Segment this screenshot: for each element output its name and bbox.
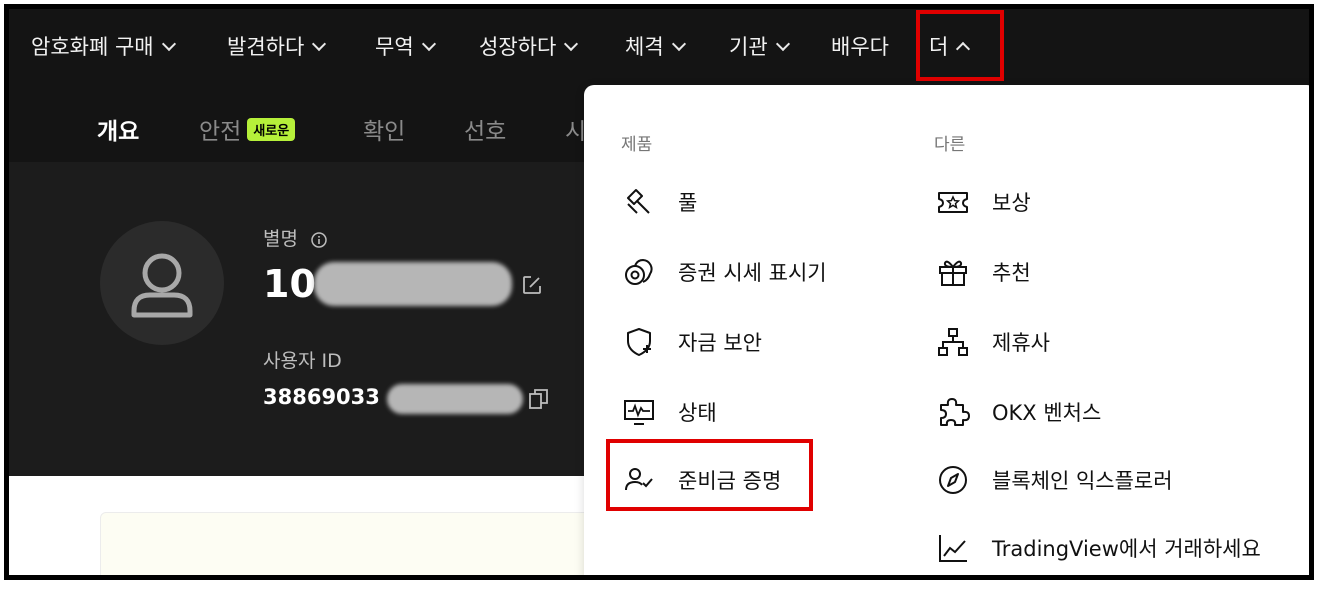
copy-icon[interactable] [527,387,551,411]
network-icon [938,328,968,356]
nav-item-label: 암호화폐 구매 [31,35,154,59]
pickaxe-icon [627,189,650,214]
nav-item-label: 발견하다 [227,35,305,59]
nav-item-label: 무역 [375,35,414,59]
nav-item-label: 기관 [729,35,768,59]
top-nav: 암호화폐 구매 발견하다 무역 성장하다 체격 기관 배우다 더 [9,9,1309,84]
highlight-proof-of-reserves-box [606,439,813,511]
chevron-down-icon [775,36,790,51]
menu-item-label: 제휴사 [992,331,1050,355]
nav-institutional[interactable]: 기관 [729,31,790,61]
nav-build[interactable]: 체격 [625,31,686,61]
compass-icon [939,466,967,494]
monitor-pulse-icon [624,400,654,425]
user-id-label: 사용자 ID [263,350,342,372]
coins-icon [625,258,653,285]
nav-item-label: 성장하다 [479,35,557,59]
tab-label: 개요 [97,119,140,145]
user-id-value: 38869033 [263,385,380,409]
products-section-title: 제품 [621,135,653,155]
redaction-blur [314,262,512,306]
menu-item-referral[interactable]: 추천 [936,255,1031,289]
tab-preferences[interactable]: 선호 [464,112,506,146]
edit-icon[interactable] [521,274,543,296]
avatar[interactable] [100,221,224,345]
line-chart-icon [939,535,967,562]
ticket-star-icon [938,192,968,213]
menu-item-label: 풀 [678,191,698,215]
menu-item-label: 증권 시세 표시기 [678,261,827,285]
menu-item-affiliates[interactable]: 제휴사 [936,325,1050,359]
nav-learn[interactable]: 배우다 [831,31,889,61]
tab-label: 안전 [199,119,242,145]
nickname-value: 10 [263,262,316,306]
new-badge: 새로운 [247,118,296,141]
nav-discover[interactable]: 발견하다 [227,31,327,61]
content-card [100,512,602,575]
shield-plus-icon [627,328,651,356]
highlight-more-box [916,10,1004,81]
chevron-down-icon [161,36,176,51]
menu-item-pool[interactable]: 풀 [622,185,697,219]
other-section-title: 다른 [934,135,966,155]
tab-overview[interactable]: 개요 [97,112,139,146]
nickname-label-row: 별명 [263,224,328,251]
menu-item-label: 보상 [992,191,1031,215]
tab-security[interactable]: 안전 새로운 [199,112,296,146]
nav-buy-crypto[interactable]: 암호화폐 구매 [31,31,176,61]
menu-item-rewards[interactable]: 보상 [936,185,1031,219]
chevron-down-icon [564,36,579,51]
info-icon[interactable] [310,231,328,249]
menu-item-ticker[interactable]: 증권 시세 표시기 [622,255,827,289]
nav-item-label: 체격 [625,35,664,59]
tab-label: 선호 [464,119,507,145]
menu-item-okx-ventures[interactable]: OKX 벤처스 [936,395,1101,429]
menu-item-blockchain-explorer[interactable]: 블록체인 익스플로러 [936,463,1173,497]
chevron-down-icon [312,36,327,51]
menu-item-label: OKX 벤처스 [992,401,1102,425]
tab-more-partial[interactable]: 시 [565,112,586,146]
menu-item-label: 상태 [678,401,717,425]
menu-item-status[interactable]: 상태 [622,395,717,429]
menu-item-label: 블록체인 익스플로러 [992,469,1173,493]
nav-grow[interactable]: 성장하다 [479,31,579,61]
chevron-down-icon [671,36,686,51]
puzzle-icon [940,398,970,426]
nickname-label: 별명 [263,228,298,250]
menu-item-fund-security[interactable]: 자금 보안 [622,325,762,359]
redaction-blur [387,384,523,414]
chevron-down-icon [421,36,436,51]
screenshot-frame: 암호화폐 구매 발견하다 무역 성장하다 체격 기관 배우다 더 개요 안전 새… [4,4,1314,580]
gift-icon [939,260,967,286]
nav-item-label: 배우다 [831,35,889,59]
menu-item-label: 추천 [992,261,1031,285]
menu-item-tradingview[interactable]: TradingView에서 거래하세요 [936,531,1261,565]
tab-verification[interactable]: 확인 [363,112,405,146]
tab-label: 확인 [363,119,406,145]
nav-trade[interactable]: 무역 [375,31,436,61]
user-icon [131,253,193,318]
menu-item-label: 자금 보안 [678,331,762,355]
tab-label: 시 [565,119,587,145]
menu-item-label: TradingView에서 거래하세요 [992,537,1261,561]
